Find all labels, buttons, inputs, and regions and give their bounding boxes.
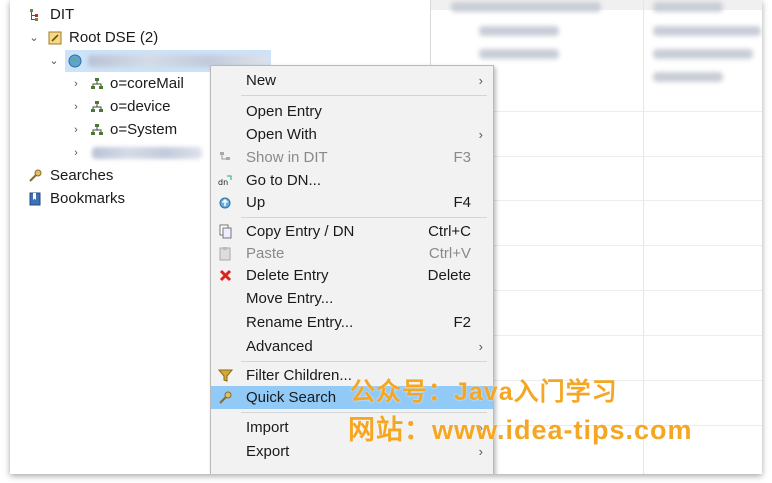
menu-item-open-entry[interactable]: Open Entry: [211, 100, 493, 123]
org-icon: [91, 101, 103, 112]
tree-label-bookmarks: Bookmarks: [50, 190, 126, 207]
menu-item-advanced[interactable]: Advanced ›: [211, 335, 493, 358]
blurred-value: [653, 49, 753, 59]
watermark-line-2: 网站：www.idea-tips.com: [348, 415, 693, 445]
grid-divider: [643, 0, 644, 474]
menu-item-new[interactable]: New ›: [211, 69, 493, 92]
menu-item-open-with[interactable]: Open With ›: [211, 123, 493, 146]
chevron-down-icon[interactable]: ⌄: [48, 50, 60, 72]
blurred-attribute: [479, 49, 559, 59]
menu-item-delete-entry[interactable]: Delete Entry Delete: [211, 264, 493, 287]
menu-item-copy-entry[interactable]: Copy Entry / DN Ctrl+C: [211, 220, 493, 243]
up-icon: [219, 197, 231, 209]
bookmarks-icon: [29, 192, 41, 206]
show-in-dit-icon: [220, 152, 230, 160]
menu-label: Move Entry...: [246, 290, 334, 307]
menu-label: Open With: [246, 126, 317, 143]
blurred-value: [653, 72, 723, 82]
chevron-down-icon[interactable]: ⌄: [28, 27, 40, 49]
tree-node-root-dse[interactable]: ⌄ Root DSE (2): [28, 27, 228, 49]
svg-text:dn: dn: [218, 178, 228, 187]
chevron-right-icon[interactable]: ›: [70, 119, 82, 141]
tree-label-coremail: o=coreMail: [110, 75, 184, 92]
copy-icon: [219, 224, 232, 239]
filter-icon: [218, 369, 233, 382]
menu-label: Show in DIT: [246, 149, 328, 166]
searches-icon: [29, 169, 42, 182]
chevron-right-icon[interactable]: ›: [70, 73, 82, 95]
menu-shortcut: Ctrl+V: [428, 245, 471, 262]
root-dse-icon: [48, 31, 62, 45]
submenu-arrow-icon: ›: [478, 73, 483, 88]
menu-label: Filter Children...: [246, 367, 352, 384]
menu-shortcut: F2: [453, 314, 471, 331]
chevron-right-icon[interactable]: ›: [70, 142, 82, 164]
watermark-line-1: 公众号：Java入门学习: [350, 378, 618, 406]
tree-label-device: o=device: [110, 98, 171, 115]
menu-label: Advanced: [246, 338, 313, 355]
menu-label: Rename Entry...: [246, 314, 354, 331]
tree-label-system: o=System: [110, 121, 178, 138]
menu-item-go-to-dn[interactable]: dn Go to DN...: [211, 169, 493, 192]
menu-label: New: [246, 72, 277, 89]
org-icon: [91, 124, 103, 135]
paste-icon: [219, 247, 231, 261]
org-icon: [91, 78, 103, 89]
menu-label: Import: [246, 419, 289, 436]
menu-item-up[interactable]: Up F4: [211, 191, 493, 214]
menu-item-show-in-dit[interactable]: Show in DIT F3: [211, 146, 493, 169]
menu-label: Go to DN...: [246, 172, 322, 189]
menu-separator: [241, 217, 487, 218]
blurred-value: [653, 26, 761, 36]
menu-label: Open Entry: [246, 103, 322, 120]
delete-icon: [219, 269, 232, 282]
tree-node-dit[interactable]: DIT: [26, 4, 226, 26]
menu-label: Delete Entry: [246, 267, 329, 284]
menu-label: Copy Entry / DN: [246, 223, 355, 240]
blurred-attribute: [479, 26, 559, 36]
blurred-entry-name: [92, 147, 202, 159]
menu-label: Export: [246, 443, 290, 460]
menu-shortcut: F4: [453, 194, 471, 211]
dit-icon: [30, 9, 38, 21]
chevron-right-icon[interactable]: ›: [70, 96, 82, 118]
menu-label: Quick Search: [246, 389, 337, 406]
menu-separator: [241, 361, 487, 362]
quick-search-icon: [219, 391, 232, 404]
globe-icon: [68, 54, 82, 68]
submenu-arrow-icon: ›: [478, 127, 483, 142]
tree-label-root-dse: Root DSE (2): [69, 29, 159, 46]
ldap-browser-window: DIT ⌄ Root DSE (2) ⌄ › o=coreMail › o=de…: [10, 0, 762, 474]
blurred-attribute: [451, 2, 601, 12]
menu-separator: [241, 95, 487, 96]
menu-item-paste[interactable]: Paste Ctrl+V: [211, 242, 493, 265]
menu-label: Paste: [246, 245, 285, 262]
tree-node-bookmarks[interactable]: Bookmarks: [26, 188, 226, 210]
menu-shortcut: F3: [453, 149, 471, 166]
menu-shortcut: Delete: [427, 267, 471, 284]
menu-label: Up: [246, 194, 266, 211]
menu-shortcut: Ctrl+C: [428, 223, 471, 240]
menu-item-rename-entry[interactable]: Rename Entry... F2: [211, 311, 493, 334]
tree-node-searches[interactable]: Searches: [26, 165, 226, 187]
submenu-arrow-icon: ›: [478, 339, 483, 354]
tree-label-searches: Searches: [50, 167, 114, 184]
tree-label-dit: DIT: [50, 6, 75, 23]
menu-item-move-entry[interactable]: Move Entry...: [211, 287, 493, 310]
blurred-value: [653, 2, 723, 12]
goto-dn-icon: dn: [218, 175, 232, 187]
